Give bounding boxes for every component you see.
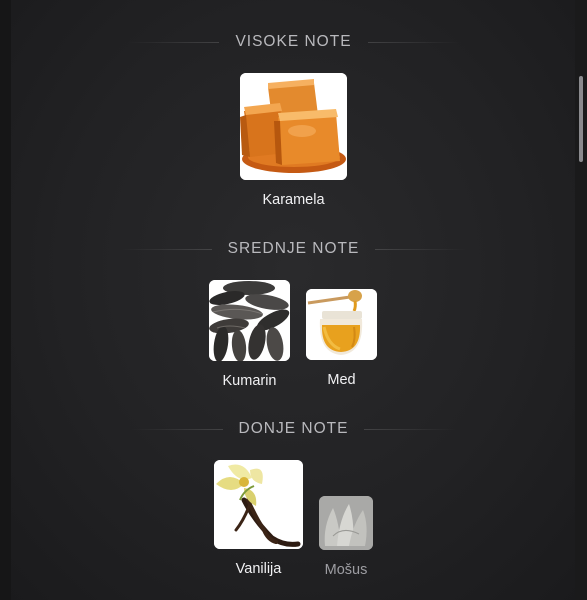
note-item-kumarin[interactable]: Kumarin xyxy=(209,280,290,389)
notes-screen: VISOKE NOTE Karamela SREDNJE NOTE Kumari… xyxy=(0,0,587,600)
middle-notes-title: SREDNJE NOTE xyxy=(227,240,360,257)
divider-line xyxy=(367,41,460,43)
divider-line xyxy=(364,428,457,430)
note-label: Mošus xyxy=(324,562,368,578)
middle-notes-header: SREDNJE NOTE xyxy=(0,240,587,258)
tonka-beans-image xyxy=(209,280,290,361)
note-label: Vanilija xyxy=(235,561,282,577)
honey-jar-image xyxy=(306,289,377,360)
note-item-karamela[interactable]: Karamela xyxy=(240,73,347,208)
note-item-med[interactable]: Med xyxy=(306,289,377,388)
scrollbar[interactable] xyxy=(579,76,583,162)
base-notes-title: DONJE NOTE xyxy=(238,420,349,437)
divider-line xyxy=(119,248,212,250)
caramel-image xyxy=(240,73,347,180)
vanilla-image xyxy=(214,460,303,549)
note-label: Kumarin xyxy=(222,373,277,389)
base-notes-header: DONJE NOTE xyxy=(0,420,587,438)
top-notes-title: VISOKE NOTE xyxy=(235,33,352,50)
left-edge xyxy=(0,0,11,600)
note-label: Med xyxy=(327,372,356,388)
divider-line xyxy=(375,248,468,250)
divider-line xyxy=(127,41,220,43)
note-item-vanilija[interactable]: Vanilija xyxy=(214,460,303,577)
note-label: Karamela xyxy=(262,192,325,208)
divider-line xyxy=(130,428,223,430)
note-item-mosus[interactable]: Mošus xyxy=(319,496,373,578)
musk-image xyxy=(319,496,373,550)
top-notes-header: VISOKE NOTE xyxy=(0,33,587,51)
